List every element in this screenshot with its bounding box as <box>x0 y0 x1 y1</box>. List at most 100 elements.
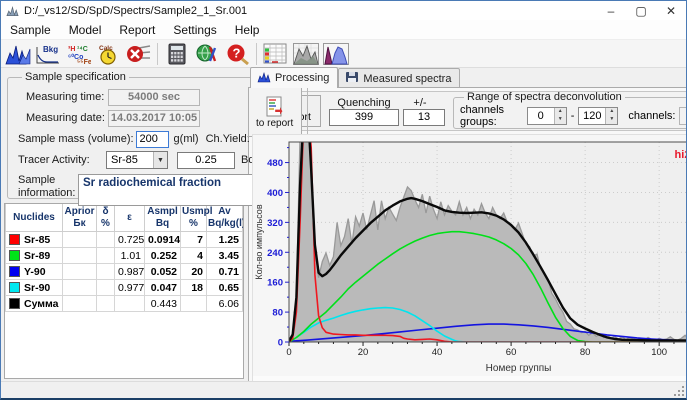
spectrum-icon[interactable] <box>3 41 33 67</box>
background-spectrum-icon[interactable]: Bkg <box>33 41 63 67</box>
svg-text:40: 40 <box>432 347 443 358</box>
calculator-icon[interactable] <box>162 41 192 67</box>
toolbar: Bkg ³H¹⁴C⁶⁰Co⁵⁵FeCalc? <box>1 40 686 68</box>
table-cell: 12 <box>243 232 245 248</box>
table-cell <box>63 232 97 248</box>
nuclide-color-swatch <box>9 298 20 309</box>
nuclide-name: Y-90 <box>24 266 46 278</box>
quenching-pm-label: +/- <box>399 97 441 109</box>
table-cell: 11 <box>243 248 245 264</box>
spin-down-icon[interactable]: ▼ <box>606 116 617 124</box>
sample-mass-label: Sample mass (volume): <box>18 133 134 145</box>
table-cell: 1.01 <box>115 248 145 264</box>
svg-text:480: 480 <box>267 158 283 169</box>
groups-to-input[interactable] <box>579 108 605 124</box>
svg-text:100: 100 <box>651 347 667 358</box>
maximize-button[interactable]: ▢ <box>626 1 656 20</box>
table-cell <box>115 296 145 312</box>
stop-calculation-icon[interactable] <box>123 41 153 67</box>
sample-mass-unit: g(ml) <box>174 133 199 145</box>
report-page-icon <box>264 96 286 118</box>
isotopes-icon[interactable]: ³H¹⁴C⁶⁰Co⁵⁵Fe <box>63 41 93 67</box>
spin-down-icon[interactable]: ▼ <box>555 116 566 124</box>
measuring-time-label: Measuring time: <box>26 91 108 103</box>
tracer-nuclide-value: Sr-85 <box>107 154 153 166</box>
tracer-activity-input[interactable] <box>177 152 235 169</box>
table-cell <box>97 232 115 248</box>
settings-tools-icon[interactable] <box>192 41 222 67</box>
table-cell <box>63 280 97 296</box>
menu-item-model[interactable]: Model <box>60 21 111 39</box>
table-cell: 0.252 <box>145 248 181 264</box>
quenching-input[interactable] <box>329 109 399 126</box>
menu-item-settings[interactable]: Settings <box>164 21 225 39</box>
toolbar-separator <box>157 43 158 65</box>
window-title: D:/_vs12/SD/SpD/Spectrs/Sample2_1_Sr.001 <box>24 5 596 17</box>
nuclide-name: Sr-90 <box>24 282 50 294</box>
table-cell: 0.443 <box>145 296 181 312</box>
nuclide-table[interactable]: NuclidesAprior Бкδ %εAsmpl BqUsmpl %Av B… <box>5 204 244 312</box>
tab-measured-spectra[interactable]: Measured spectra <box>338 68 460 88</box>
groups-from-input[interactable] <box>528 108 554 124</box>
table-cell: 6.06 <box>207 296 243 312</box>
groups-from-spinner[interactable]: ▲▼ <box>527 107 567 125</box>
menu-item-sample[interactable]: Sample <box>1 21 60 39</box>
table-row[interactable]: Sr-850.7250.091471.2512 <box>6 232 245 248</box>
nuclide-name: Sr-89 <box>24 250 50 262</box>
menu-item-report[interactable]: Report <box>110 21 164 39</box>
nuclide-color-swatch <box>9 250 20 261</box>
processing-toolbar: to report Quenching +/- Range of s <box>252 91 687 131</box>
svg-text:0: 0 <box>286 347 291 358</box>
help-search-icon[interactable]: ? <box>222 41 252 67</box>
table-row[interactable]: Sr-900.9770.047180.6521 <box>6 280 245 296</box>
resize-grip[interactable] <box>673 385 684 396</box>
nuclide-color-swatch <box>9 266 20 277</box>
table-cell: 0.0914 <box>145 232 181 248</box>
quenching-pm-input[interactable] <box>403 109 445 126</box>
tab-label: Processing <box>275 72 329 84</box>
calc-activity-icon[interactable]: Calc <box>93 41 123 67</box>
table-row[interactable]: Sr-891.010.25243.4511 <box>6 248 245 264</box>
chevron-down-icon[interactable]: ▼ <box>153 152 167 168</box>
report-table-icon[interactable] <box>261 41 291 67</box>
to-report-label: to report <box>256 118 293 129</box>
svg-text:400: 400 <box>267 188 283 199</box>
spectrum-chart[interactable]: 020406080100120080160240320400480Номер г… <box>252 134 687 382</box>
range-dash: - <box>571 110 575 122</box>
table-cell <box>63 248 97 264</box>
sample-info-label: Sample information: <box>18 174 78 200</box>
table-cell: 0.987 <box>115 264 145 280</box>
histogram-icon <box>257 71 271 86</box>
to-report-button-left[interactable]: to report <box>248 87 302 137</box>
table-cell: 0.047 <box>145 280 181 296</box>
nuclide-table-container: NuclidesAprior Бкδ %εAsmpl BqUsmpl %Av B… <box>4 203 244 379</box>
svg-text:Bkg: Bkg <box>43 45 58 54</box>
table-row[interactable]: Сумма0.4436.06 <box>6 296 245 312</box>
title-bar[interactable]: D:/_vs12/SD/SpD/Spectrs/Sample2_1_Sr.001… <box>1 1 686 20</box>
spectra-report-icon[interactable] <box>291 41 321 67</box>
close-button[interactable]: ✕ <box>656 1 686 20</box>
table-cell: 18 <box>181 280 207 296</box>
groups-to-spinner[interactable]: ▲▼ <box>578 107 618 125</box>
measuring-time-value: 54000 sec <box>108 89 200 106</box>
minimize-button[interactable]: – <box>596 1 626 20</box>
nuclide-color-swatch <box>9 282 20 293</box>
spin-up-icon[interactable]: ▲ <box>555 108 566 116</box>
table-cell: 21 <box>243 280 245 296</box>
processing-tab-content: to report Quenching +/- Range of s <box>248 87 687 386</box>
menu-item-help[interactable]: Help <box>226 21 269 39</box>
table-cell <box>97 248 115 264</box>
table-cell <box>243 296 245 312</box>
spectra-view-icon[interactable] <box>321 41 351 67</box>
table-cell: 20 <box>181 264 207 280</box>
sample-mass-input[interactable] <box>136 131 169 148</box>
right-panel: Processing Measured spectra to report Que… <box>248 68 687 381</box>
spin-up-icon[interactable]: ▲ <box>606 108 617 116</box>
table-cell: 0.71 <box>207 264 243 280</box>
tracer-nuclide-select[interactable]: Sr-85 ▼ <box>106 151 168 169</box>
table-row[interactable]: Y-900.9870.052200.7122 <box>6 264 245 280</box>
tab-processing[interactable]: Processing <box>250 67 338 88</box>
floppy-icon <box>345 71 359 86</box>
table-cell: 0.977 <box>115 280 145 296</box>
quenching-block: Quenching +/- <box>329 97 445 126</box>
